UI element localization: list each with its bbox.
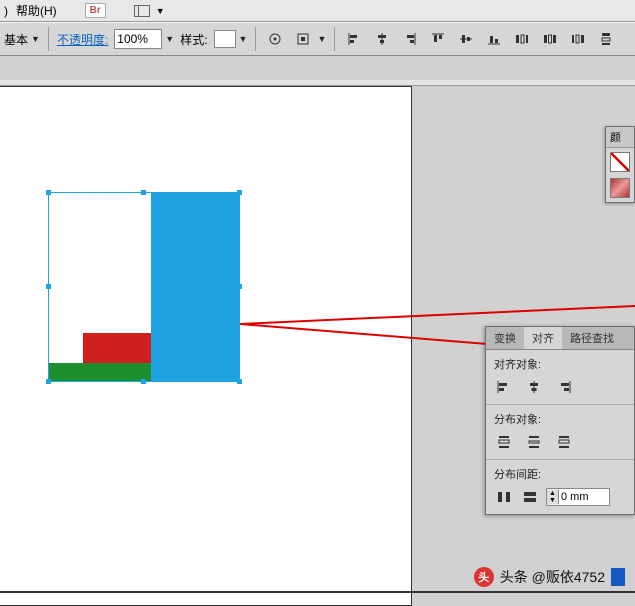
tab-align[interactable]: 对齐 [524,327,562,349]
align-bottom-icon[interactable] [483,28,505,50]
distribute-vcenter-icon[interactable] [524,433,544,451]
section-distribute-spacing: 分布间距: ▲▼ [486,460,634,514]
tab-pathfinder[interactable]: 路径查找 [562,327,622,349]
opacity-input[interactable] [114,29,162,49]
shape-red[interactable] [83,333,151,363]
stepper-down-icon[interactable]: ▼ [547,497,559,504]
stepper-up-icon[interactable]: ▲ [547,490,559,497]
swatch-gradient-icon[interactable] [610,178,630,198]
divider [334,27,335,51]
style-label: 样式: [180,31,207,48]
bridge-icon[interactable]: Br [85,3,106,18]
watermark-text: 头条 @贩依4752 [500,567,605,587]
section-align-objects: 对齐对象: [486,350,634,405]
align-hcenter-icon[interactable] [524,378,544,396]
toutiao-logo-icon: 头 [474,567,494,587]
divider [255,27,256,51]
align-vcenter-icon[interactable] [455,28,477,50]
align-right-icon[interactable] [399,28,421,50]
swatch-none-icon[interactable] [610,152,630,172]
chevron-down-icon[interactable]: ▼ [165,34,174,44]
section-title: 分布对象: [494,411,626,427]
shape-blue-square[interactable] [151,333,239,381]
spacing-value-stepper[interactable]: ▲▼ [546,488,610,506]
menu-item-fragment[interactable]: ) [4,4,8,18]
align-hcenter-icon[interactable] [371,28,393,50]
distribute-spacing-h-icon[interactable] [520,488,540,506]
style-swatch[interactable] [214,30,236,48]
distribute-top-icon[interactable] [595,28,617,50]
shape-blue-tall[interactable] [151,193,239,333]
chevron-down-icon[interactable]: ▼ [156,6,165,16]
workspace: 颜 变换 对齐 路径查找 对齐对象: 分布对象: [0,56,635,593]
align-panel: 变换 对齐 路径查找 对齐对象: 分布对象: 分布间距: [485,326,635,515]
artboard[interactable] [0,86,412,606]
distribute-right-icon[interactable] [567,28,589,50]
chevron-down-icon[interactable]: ▼ [317,34,326,44]
menu-help[interactable]: 帮助(H) [16,2,57,19]
watermark: 头 头条 @贩依4752 [474,567,625,587]
chevron-down-icon[interactable]: ▼ [31,34,40,44]
section-distribute-objects: 分布对象: [486,405,634,460]
distribute-top-icon[interactable] [494,433,514,451]
align-left-icon[interactable] [494,378,514,396]
chevron-down-icon[interactable]: ▼ [239,34,248,44]
color-panel: 颜 [605,126,635,203]
watermark-badge-icon [611,568,625,586]
align-left-icon[interactable] [343,28,365,50]
section-title: 对齐对象: [494,356,626,372]
divider [48,27,49,51]
distribute-spacing-v-icon[interactable] [494,488,514,506]
graphic-style-label: 基本 [4,31,28,48]
shape-green[interactable] [49,363,151,381]
arrange-documents-icon[interactable] [134,5,150,17]
options-bar: 基本 ▼ 不透明度: ▼ 样式: ▼ ▼ [0,22,635,56]
tab-transform[interactable]: 变换 [486,327,524,349]
align-right-icon[interactable] [554,378,574,396]
distribute-bottom-icon[interactable] [554,433,574,451]
color-panel-tab[interactable]: 颜 [606,127,634,148]
distribute-hcenter-icon[interactable] [539,28,561,50]
align-top-icon[interactable] [427,28,449,50]
spacing-value-input[interactable] [559,489,609,505]
menu-bar: ) 帮助(H) Br ▼ [0,0,635,22]
document-setup-icon[interactable] [264,28,286,50]
preferences-icon[interactable] [292,28,314,50]
opacity-label[interactable]: 不透明度: [57,31,108,48]
panel-tabs: 变换 对齐 路径查找 [486,327,634,350]
distribute-left-icon[interactable] [511,28,533,50]
section-title: 分布间距: [494,466,626,482]
